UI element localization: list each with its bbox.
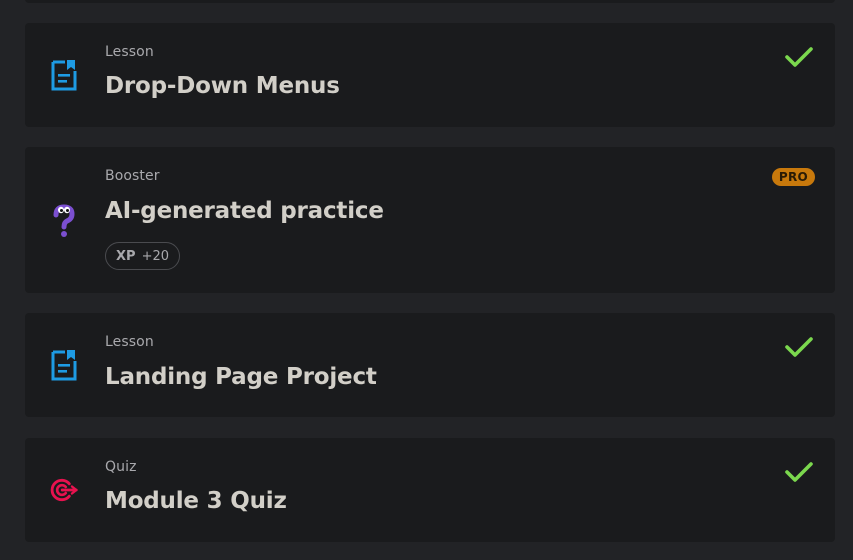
module-item-list: Lesson Drop-Down Menus Booster AI-genera…: [0, 0, 853, 560]
item-type-label: Lesson: [105, 44, 154, 60]
item-type-label: Quiz: [105, 459, 137, 475]
lesson-card-landing-page-project[interactable]: Lesson Landing Page Project: [25, 313, 835, 417]
xp-reward-pill: XP +20: [105, 242, 180, 270]
xp-value: +20: [141, 248, 169, 264]
booster-question-icon: [49, 203, 79, 239]
xp-label: XP: [116, 248, 136, 264]
item-title: Drop-Down Menus: [105, 73, 340, 99]
lesson-card-drop-down-menus[interactable]: Lesson Drop-Down Menus: [25, 23, 835, 127]
check-icon: [785, 337, 813, 357]
item-title: Module 3 Quiz: [105, 488, 287, 514]
booster-card-ai-generated-practice[interactable]: Booster AI-generated practice PRO XP +20: [25, 147, 835, 293]
lesson-icon: [49, 347, 79, 383]
quiz-card-module-3-quiz[interactable]: Quiz Module 3 Quiz: [25, 438, 835, 542]
check-icon: [785, 47, 813, 67]
item-type-label: Lesson: [105, 334, 154, 350]
item-title: Landing Page Project: [105, 364, 377, 390]
lesson-icon: [49, 57, 79, 93]
pro-badge: PRO: [771, 168, 815, 186]
quiz-target-icon: [49, 472, 79, 508]
item-type-label: Booster: [105, 168, 160, 184]
previous-card-edge[interactable]: [25, 0, 835, 3]
item-title: AI-generated practice: [105, 198, 384, 224]
check-icon: [785, 462, 813, 482]
